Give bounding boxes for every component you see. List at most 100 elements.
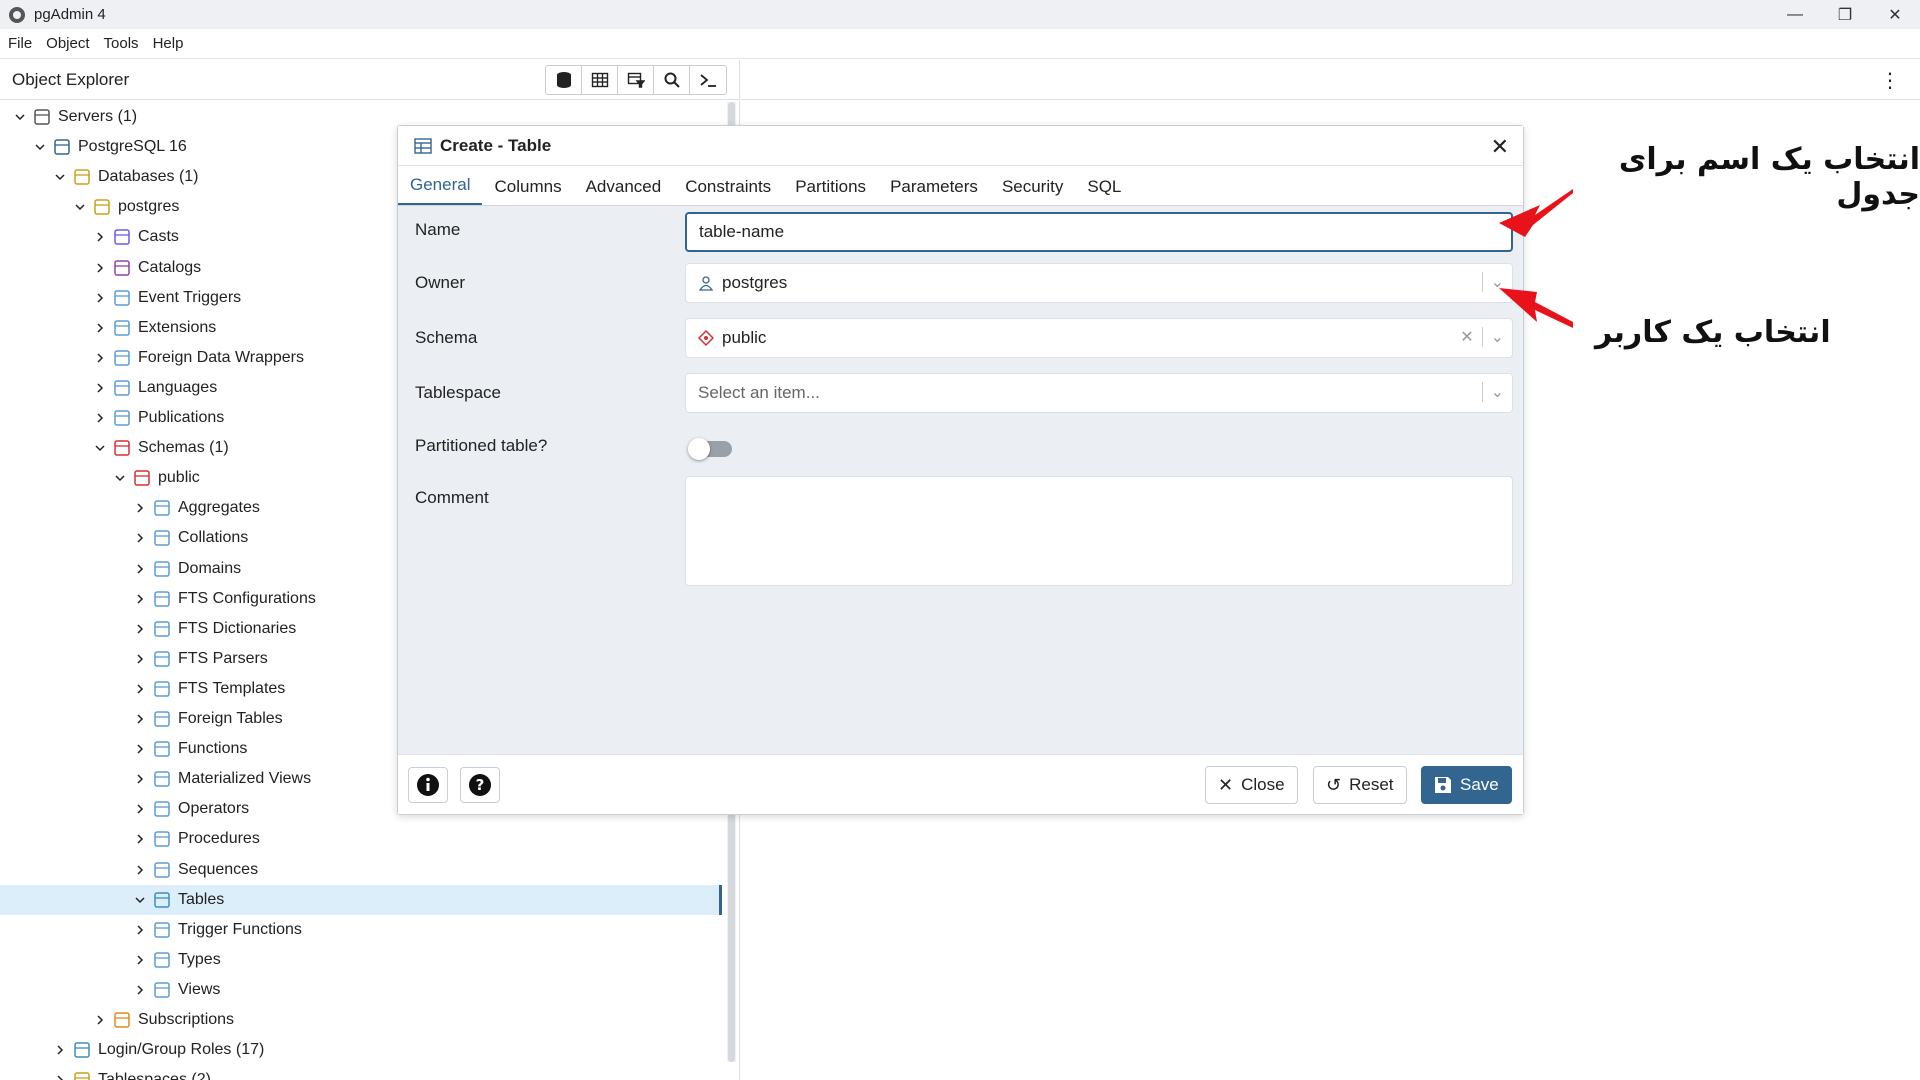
- tree-item-types[interactable]: Types: [0, 945, 722, 975]
- menu-object[interactable]: Object: [46, 35, 89, 52]
- comment-textarea[interactable]: [685, 476, 1513, 586]
- chevron-right-icon[interactable]: [130, 679, 150, 699]
- partitioned-label: Partitioned table?: [415, 436, 548, 455]
- chevron-right-icon[interactable]: [50, 1070, 70, 1080]
- help-icon: ?: [469, 774, 491, 796]
- chevron-down-icon[interactable]: [10, 107, 30, 127]
- tab-general[interactable]: General: [398, 175, 483, 205]
- info-button[interactable]: [408, 767, 448, 803]
- clear-icon[interactable]: ✕: [1460, 327, 1473, 347]
- tree-item-label: Domains: [178, 559, 242, 577]
- tab-constraints[interactable]: Constraints: [673, 177, 783, 205]
- tree-item-subscriptions[interactable]: Subscriptions: [0, 1005, 722, 1035]
- dialog-footer: ? ✕ Close ↺ Reset Save: [398, 754, 1523, 814]
- minimize-button[interactable]: —: [1770, 0, 1820, 29]
- chevron-down-icon[interactable]: ⌄: [1491, 382, 1504, 402]
- tree-item-views[interactable]: Views: [0, 975, 722, 1005]
- tree-item-tablespaces-2[interactable]: Tablespaces (2): [0, 1065, 722, 1080]
- languages-icon: [112, 378, 132, 398]
- query-tool-button[interactable]: [546, 66, 582, 94]
- search-objects-button[interactable]: [654, 66, 690, 94]
- chevron-down-icon[interactable]: [50, 167, 70, 187]
- tab-security[interactable]: Security: [990, 177, 1075, 205]
- terminal-icon: [700, 74, 716, 87]
- chevron-right-icon[interactable]: [130, 860, 150, 880]
- tree-item-label: FTS Configurations: [178, 589, 316, 607]
- chevron-down-icon[interactable]: [30, 137, 50, 157]
- chevron-right-icon[interactable]: [130, 829, 150, 849]
- chevron-right-icon[interactable]: [90, 408, 110, 428]
- chevron-right-icon[interactable]: [130, 649, 150, 669]
- tree-item-label: Sequences: [178, 860, 259, 878]
- chevron-right-icon[interactable]: [90, 288, 110, 308]
- tree-item-sequences[interactable]: Sequences: [0, 855, 722, 885]
- table-icon: [414, 137, 432, 154]
- chevron-down-icon[interactable]: [70, 197, 90, 217]
- tree-item-label: Views: [178, 980, 221, 998]
- chevron-right-icon[interactable]: [130, 619, 150, 639]
- tab-advanced[interactable]: Advanced: [574, 177, 674, 205]
- servers-icon: [32, 107, 52, 127]
- tree-item-label: Collations: [178, 529, 249, 547]
- chevron-right-icon[interactable]: [90, 227, 110, 247]
- tab-parameters[interactable]: Parameters: [878, 177, 990, 205]
- dialog-close-icon[interactable]: ✕: [1491, 134, 1509, 160]
- partitioned-toggle[interactable]: [688, 438, 734, 460]
- tree-item-tables[interactable]: Tables: [0, 884, 722, 915]
- tree-item-procedures[interactable]: Procedures: [0, 824, 722, 854]
- tree-item-label: Trigger Functions: [178, 920, 302, 938]
- menu-tools[interactable]: Tools: [104, 35, 139, 52]
- chevron-down-icon[interactable]: [130, 890, 150, 910]
- maximize-button[interactable]: ❐: [1820, 0, 1870, 29]
- chevron-right-icon[interactable]: [50, 1040, 70, 1060]
- view-data-button[interactable]: [582, 66, 618, 94]
- chevron-right-icon[interactable]: [130, 769, 150, 789]
- name-input[interactable]: table-name: [685, 212, 1513, 252]
- chevron-right-icon[interactable]: [130, 498, 150, 518]
- tree-item-label: Materialized Views: [178, 770, 312, 788]
- chevron-right-icon[interactable]: [130, 799, 150, 819]
- reset-button[interactable]: ↺ Reset: [1313, 766, 1407, 804]
- tree-item-label: Servers (1): [58, 108, 138, 125]
- chevron-right-icon[interactable]: [130, 559, 150, 579]
- chevron-right-icon[interactable]: [90, 1010, 110, 1030]
- chevron-right-icon[interactable]: [130, 589, 150, 609]
- save-button[interactable]: Save: [1421, 766, 1512, 804]
- chevron-down-icon[interactable]: [90, 438, 110, 458]
- schema-select[interactable]: public ✕ ⌄: [685, 318, 1513, 358]
- chevron-right-icon[interactable]: [130, 739, 150, 759]
- database-icon: [92, 197, 112, 217]
- chevron-right-icon[interactable]: [90, 378, 110, 398]
- window-close-button[interactable]: ✕: [1870, 0, 1920, 29]
- right-panel-header: ⋮: [741, 60, 1920, 100]
- chevron-right-icon[interactable]: [90, 318, 110, 338]
- menu-help[interactable]: Help: [153, 35, 184, 52]
- more-options-icon[interactable]: ⋮: [1880, 68, 1900, 93]
- tab-sql[interactable]: SQL: [1075, 177, 1133, 205]
- tab-partitions[interactable]: Partitions: [783, 177, 878, 205]
- chevron-right-icon[interactable]: [130, 920, 150, 940]
- chevron-right-icon[interactable]: [130, 950, 150, 970]
- help-button[interactable]: ?: [460, 767, 500, 803]
- publications-icon: [112, 408, 132, 428]
- chevron-right-icon[interactable]: [130, 528, 150, 548]
- menu-file[interactable]: File: [8, 35, 32, 52]
- psql-tool-button[interactable]: [690, 66, 726, 94]
- explorer-toolbar: [545, 65, 727, 95]
- chevron-right-icon[interactable]: [90, 258, 110, 278]
- close-button[interactable]: ✕ Close: [1205, 766, 1298, 804]
- chevron-right-icon[interactable]: [130, 980, 150, 1000]
- tree-item-login-group-roles-17[interactable]: Login/Group Roles (17): [0, 1035, 722, 1065]
- tree-item-label: FTS Templates: [178, 679, 286, 697]
- tablespace-select[interactable]: Select an item... ⌄: [685, 373, 1513, 413]
- chevron-down-icon[interactable]: [110, 468, 130, 488]
- filtered-rows-button[interactable]: [618, 66, 654, 94]
- chevron-right-icon[interactable]: [130, 709, 150, 729]
- collations-icon: [152, 528, 172, 548]
- arrow-to-owner-icon: [1499, 288, 1573, 328]
- tree-item-trigger-functions[interactable]: Trigger Functions: [0, 915, 722, 945]
- tree-item-label: Databases (1): [98, 168, 199, 186]
- owner-select[interactable]: postgres ⌄: [685, 263, 1513, 303]
- tab-columns[interactable]: Columns: [482, 177, 573, 205]
- chevron-right-icon[interactable]: [90, 348, 110, 368]
